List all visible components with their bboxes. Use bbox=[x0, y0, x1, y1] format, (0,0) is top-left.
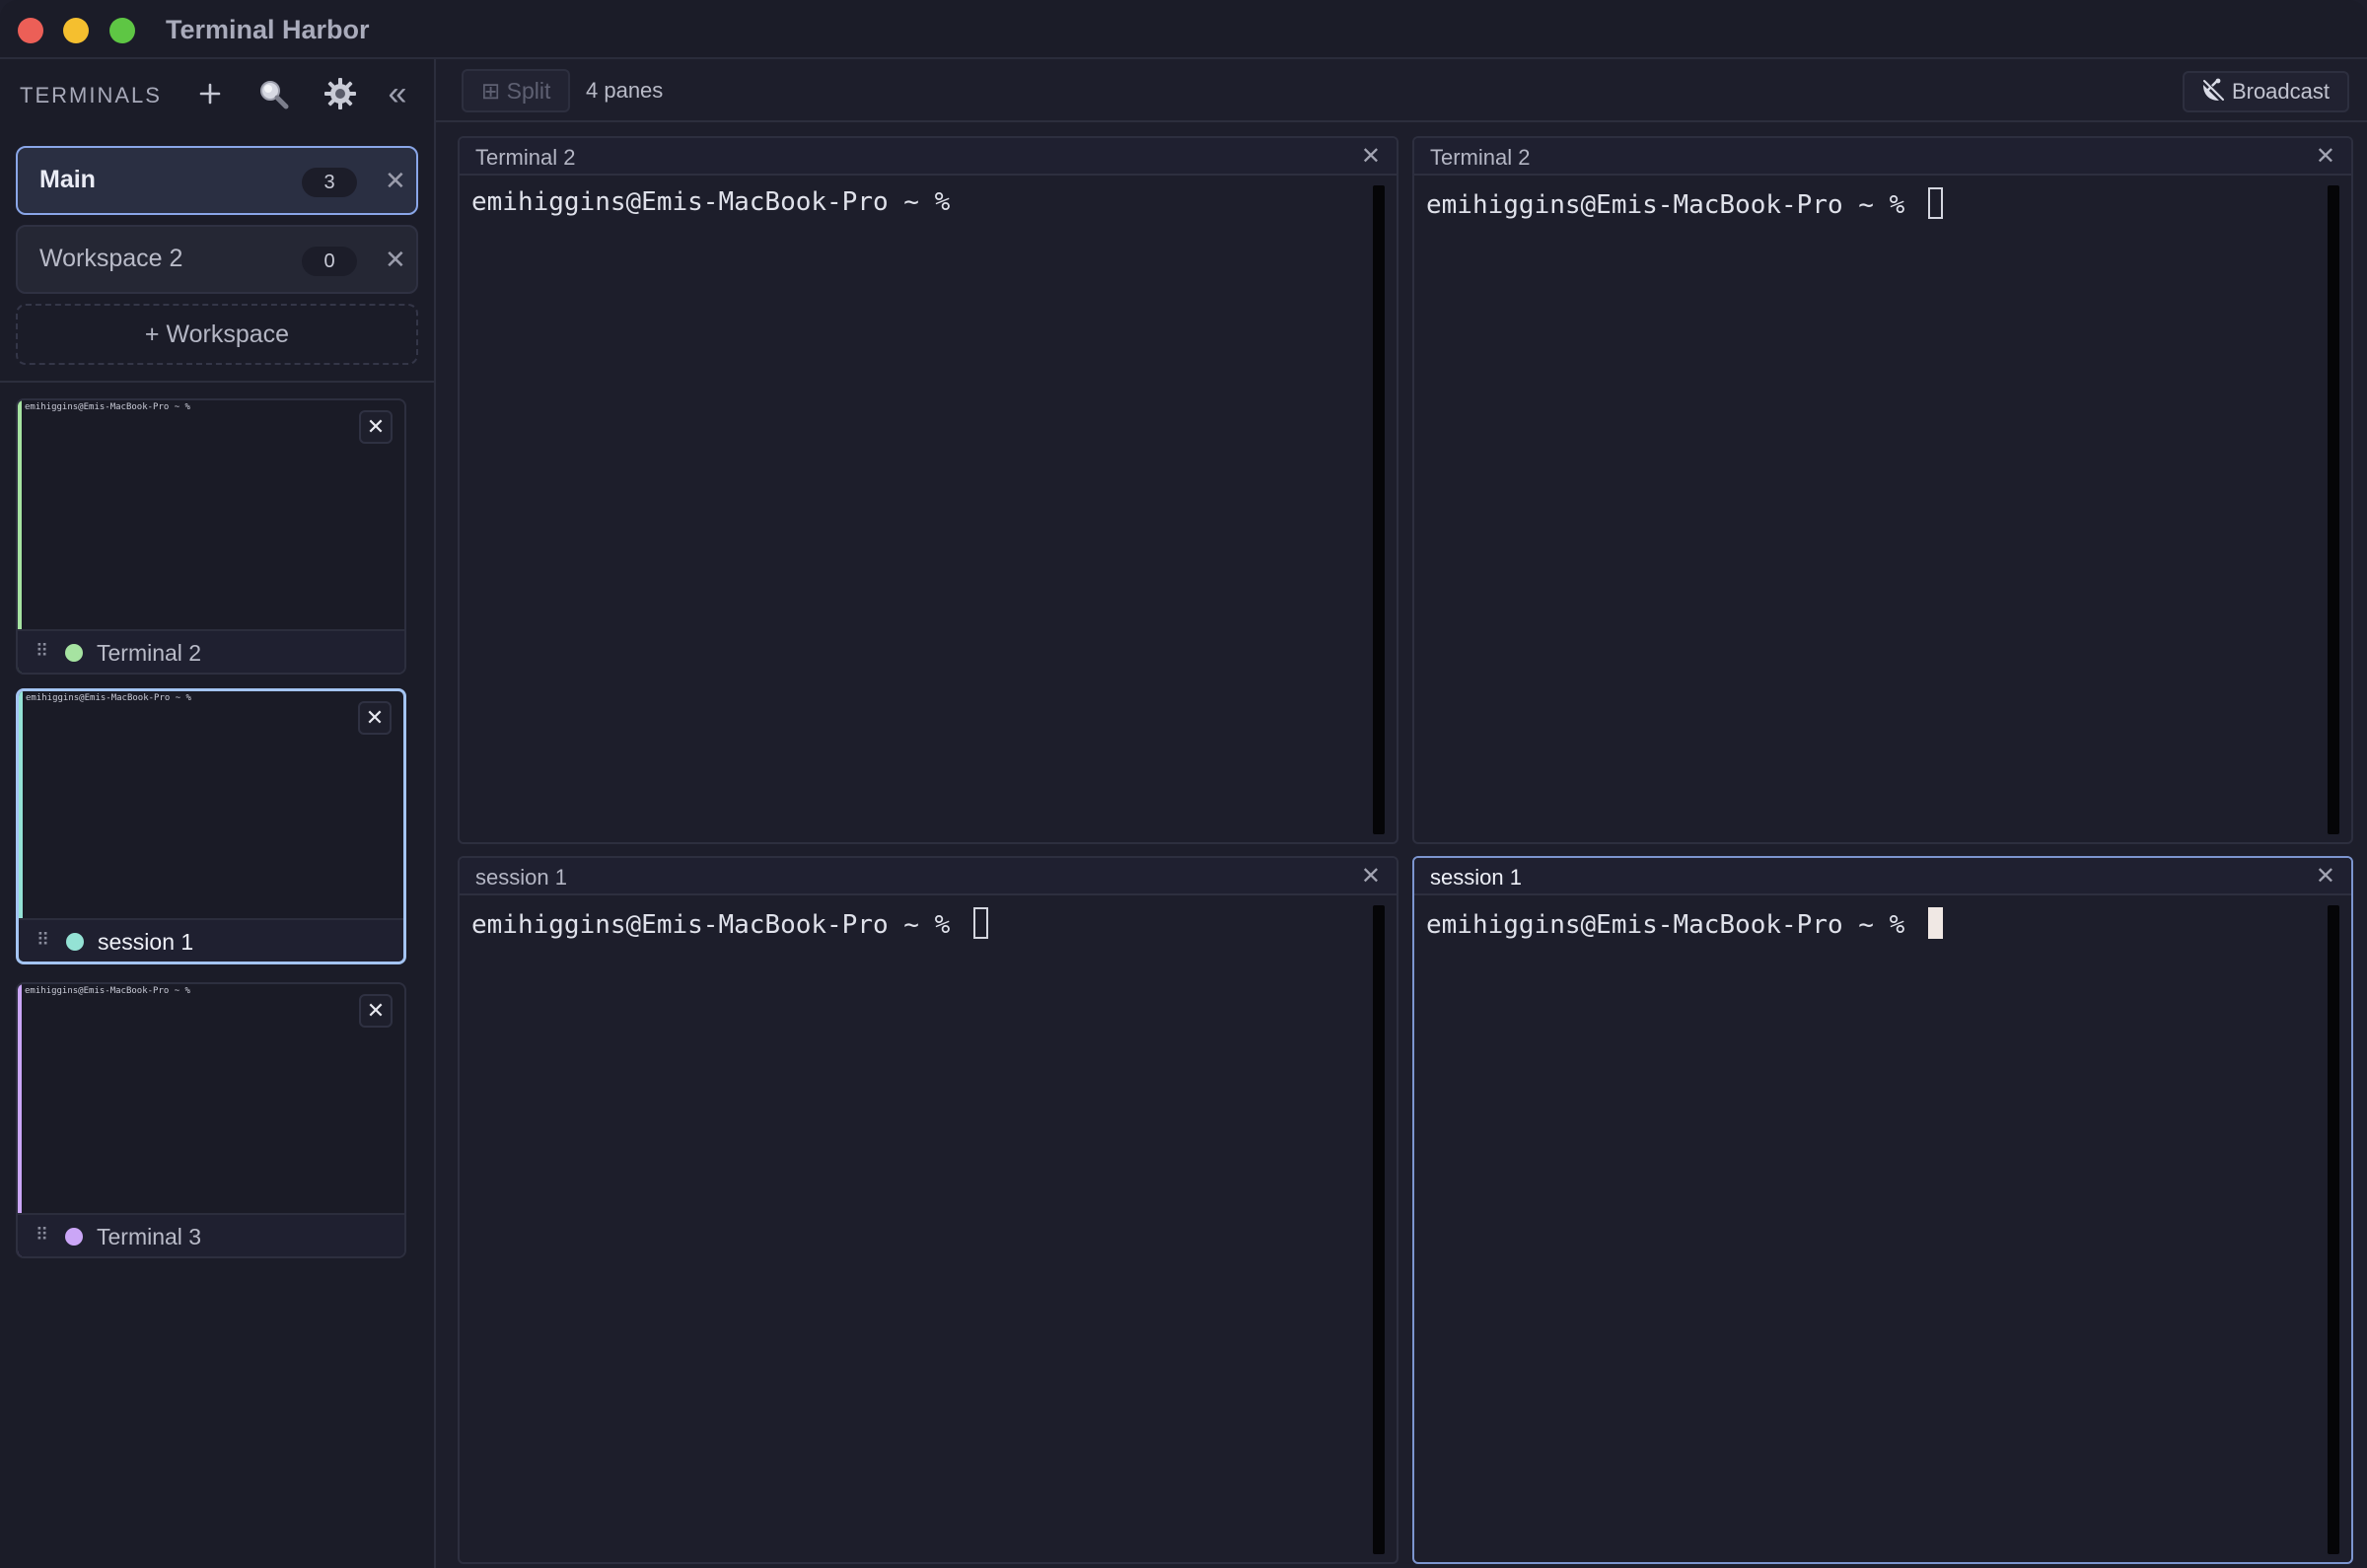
status-dot bbox=[65, 644, 83, 662]
terminal-card-session-1[interactable]: emihiggins@Emis-MacBook-Pro ~ % ✕ ⠿ sess… bbox=[16, 688, 406, 964]
close-pane-button[interactable]: ✕ bbox=[2316, 142, 2335, 171]
close-terminal-button[interactable]: ✕ bbox=[359, 994, 393, 1028]
prompt-text: emihiggins@Emis-MacBook-Pro ~ % bbox=[1426, 190, 1920, 220]
terminal-preview: emihiggins@Emis-MacBook-Pro ~ % bbox=[25, 402, 190, 412]
workspace-name: Workspace 2 bbox=[39, 245, 183, 272]
pane-header: session 1 ✕ bbox=[460, 858, 1397, 895]
terminal-output[interactable]: emihiggins@Emis-MacBook-Pro ~ % bbox=[1426, 907, 1943, 940]
pane-title: Terminal 2 bbox=[1430, 145, 1531, 170]
pane-header: session 1 ✕ bbox=[1414, 858, 2351, 895]
terminal-pane-focused[interactable]: session 1 ✕ emihiggins@Emis-MacBook-Pro … bbox=[1412, 856, 2353, 1564]
close-workspace-button[interactable]: ✕ bbox=[385, 166, 406, 195]
close-pane-button[interactable]: ✕ bbox=[1361, 862, 1381, 891]
grip-icon[interactable]: ⠿ bbox=[36, 930, 49, 951]
scrollbar[interactable] bbox=[2328, 905, 2339, 1554]
terminal-cursor bbox=[1927, 187, 1943, 219]
workspace-count-badge: 0 bbox=[302, 247, 357, 276]
workspace-count-badge: 3 bbox=[302, 168, 357, 197]
split-button[interactable]: ⊞ Split bbox=[462, 69, 571, 112]
close-terminal-button[interactable]: ✕ bbox=[359, 410, 393, 444]
card-footer: ⠿ Terminal 3 bbox=[18, 1213, 404, 1256]
status-dot bbox=[66, 933, 84, 951]
sidebar: TERMINALS « Main 3 ✕ Workspace 2 0 ✕ + W… bbox=[0, 59, 436, 1568]
terminal-label: session 1 bbox=[98, 929, 194, 955]
plus-icon bbox=[199, 83, 221, 105]
terminal-cursor bbox=[972, 907, 988, 939]
sidebar-header: TERMINALS « bbox=[0, 59, 434, 128]
scrollbar[interactable] bbox=[1373, 905, 1385, 1554]
add-workspace-button[interactable]: + Workspace bbox=[16, 304, 418, 365]
x-icon: ✕ bbox=[385, 245, 406, 274]
pane-title: Terminal 2 bbox=[475, 145, 576, 170]
scrollbar[interactable] bbox=[2328, 185, 2339, 834]
prompt-text: emihiggins@Emis-MacBook-Pro ~ % bbox=[471, 187, 966, 217]
terminal-output[interactable]: emihiggins@Emis-MacBook-Pro ~ % bbox=[471, 907, 988, 940]
prompt-text: emihiggins@Emis-MacBook-Pro ~ % bbox=[471, 910, 966, 940]
x-icon: ✕ bbox=[366, 998, 386, 1023]
terminal-pane[interactable]: Terminal 2 ✕ emihiggins@Emis-MacBook-Pro… bbox=[458, 136, 1399, 844]
terminal-output[interactable]: emihiggins@Emis-MacBook-Pro ~ % bbox=[471, 187, 966, 217]
terminal-pane[interactable]: session 1 ✕ emihiggins@Emis-MacBook-Pro … bbox=[458, 856, 1399, 1564]
settings-button[interactable] bbox=[320, 73, 361, 114]
close-workspace-button[interactable]: ✕ bbox=[385, 245, 406, 274]
search-button[interactable] bbox=[252, 73, 294, 114]
terminal-preview: emihiggins@Emis-MacBook-Pro ~ % bbox=[26, 693, 191, 703]
card-footer: ⠿ Terminal 2 bbox=[18, 629, 404, 673]
workspace-main[interactable]: Main 3 ✕ bbox=[16, 146, 418, 215]
grip-icon[interactable]: ⠿ bbox=[36, 1225, 48, 1246]
minimize-window-button[interactable] bbox=[63, 18, 89, 43]
terminal-cursor bbox=[1927, 907, 1943, 939]
close-pane-button[interactable]: ✕ bbox=[1361, 142, 1381, 171]
status-dot bbox=[65, 1228, 83, 1246]
terminal-pane[interactable]: Terminal 2 ✕ emihiggins@Emis-MacBook-Pro… bbox=[1412, 136, 2353, 844]
title-bar: Terminal Harbor bbox=[0, 0, 2367, 59]
x-icon: ✕ bbox=[1360, 143, 1381, 170]
grip-icon[interactable]: ⠿ bbox=[36, 641, 48, 662]
broadcast-label: Broadcast bbox=[2231, 79, 2330, 104]
x-icon: ✕ bbox=[365, 705, 385, 730]
gear-icon bbox=[324, 78, 356, 109]
prompt-text: emihiggins@Emis-MacBook-Pro ~ % bbox=[1426, 910, 1920, 940]
x-icon: ✕ bbox=[2315, 863, 2335, 890]
broadcast-button[interactable]: Broadcast bbox=[2182, 71, 2349, 112]
terminal-label: Terminal 3 bbox=[97, 1224, 202, 1249]
main-toolbar: ⊞ Split 4 panes Broadcast bbox=[436, 59, 2367, 122]
workspace-name: Main bbox=[39, 166, 96, 193]
x-icon: ✕ bbox=[2315, 143, 2335, 170]
terminal-label: Terminal 2 bbox=[97, 640, 202, 666]
sidebar-divider bbox=[0, 381, 434, 383]
scrollbar[interactable] bbox=[1373, 185, 1385, 834]
pane-header: Terminal 2 ✕ bbox=[460, 138, 1397, 176]
terminal-output[interactable]: emihiggins@Emis-MacBook-Pro ~ % bbox=[1426, 187, 1943, 220]
x-icon: ✕ bbox=[1360, 863, 1381, 890]
satellite-dish-icon bbox=[2200, 73, 2226, 110]
collapse-sidebar-button[interactable]: « bbox=[377, 73, 418, 114]
app-window: Terminal Harbor TERMINALS « Main 3 ✕ Wor… bbox=[0, 0, 2367, 1568]
magnifier-icon bbox=[260, 81, 289, 109]
terminal-preview: emihiggins@Emis-MacBook-Pro ~ % bbox=[25, 986, 190, 996]
app-title: Terminal Harbor bbox=[166, 15, 370, 44]
sidebar-title: TERMINALS bbox=[20, 83, 162, 107]
new-terminal-button[interactable] bbox=[189, 73, 231, 114]
workspace-2[interactable]: Workspace 2 0 ✕ bbox=[16, 225, 418, 294]
x-icon: ✕ bbox=[366, 414, 386, 439]
close-pane-button[interactable]: ✕ bbox=[2316, 862, 2335, 891]
close-window-button[interactable] bbox=[18, 18, 43, 43]
pane-count-label: 4 panes bbox=[586, 78, 664, 103]
double-chevron-left-icon: « bbox=[388, 74, 407, 112]
pane-title: session 1 bbox=[1430, 865, 1522, 890]
pane-header: Terminal 2 ✕ bbox=[1414, 138, 2351, 176]
terminal-card-terminal-3[interactable]: emihiggins@Emis-MacBook-Pro ~ % ✕ ⠿ Term… bbox=[16, 982, 406, 1258]
x-icon: ✕ bbox=[385, 166, 406, 195]
close-terminal-button[interactable]: ✕ bbox=[358, 701, 392, 735]
terminal-card-terminal-2[interactable]: emihiggins@Emis-MacBook-Pro ~ % ✕ ⠿ Term… bbox=[16, 398, 406, 675]
card-footer: ⠿ session 1 bbox=[19, 918, 403, 962]
zoom-window-button[interactable] bbox=[109, 18, 135, 43]
pane-title: session 1 bbox=[475, 865, 567, 890]
